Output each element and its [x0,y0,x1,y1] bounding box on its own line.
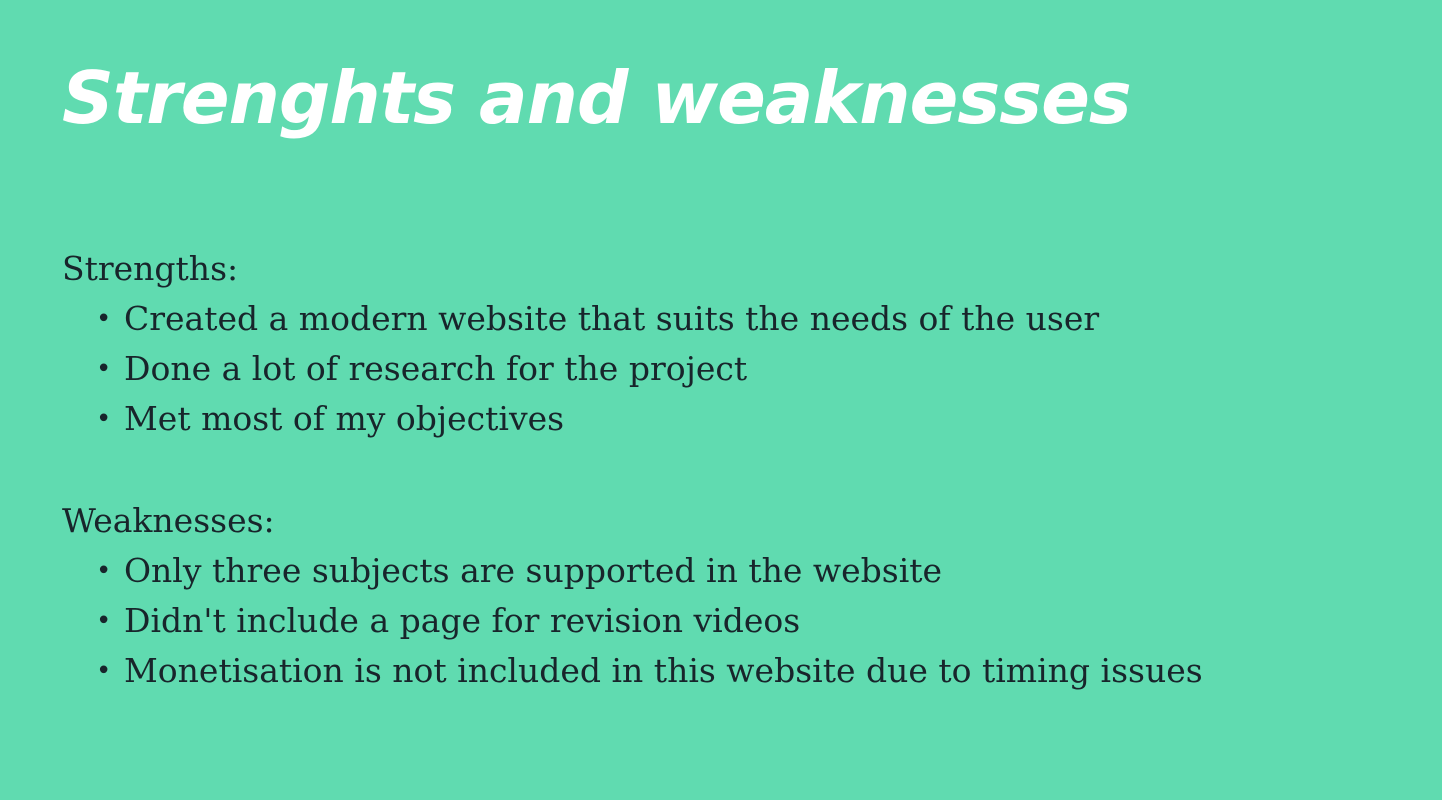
list-item: • Only three subjects are supported in t… [62,546,1392,596]
strengths-heading: Strengths: [62,249,239,288]
slide-body: Strengths: • Created a modern website th… [62,244,1392,696]
list-item: • Created a modern website that suits th… [62,294,1392,344]
strengths-list: • Created a modern website that suits th… [62,294,1392,444]
slide: Strenghts and weaknesses Strengths: • Cr… [0,0,1442,800]
bullet-icon: • [96,404,112,434]
weaknesses-heading: Weaknesses: [62,501,275,540]
weakness-text: Only three subjects are supported in the… [124,551,943,590]
list-item: • Met most of my objectives [62,394,1392,444]
bullet-icon: • [96,354,112,384]
weakness-text: Didn't include a page for revision video… [124,601,801,640]
slide-title: Strenghts and weaknesses [62,56,1132,140]
bullet-icon: • [96,606,112,636]
weakness-text: Monetisation is not included in this web… [124,651,1203,690]
list-item: • Didn't include a page for revision vid… [62,596,1392,646]
weaknesses-list: • Only three subjects are supported in t… [62,546,1392,696]
list-item: • Done a lot of research for the project [62,344,1392,394]
bullet-icon: • [96,304,112,334]
bullet-icon: • [96,656,112,686]
list-item: • Monetisation is not included in this w… [62,646,1392,696]
bullet-icon: • [96,556,112,586]
strength-text: Done a lot of research for the project [124,349,748,388]
strength-text: Met most of my objectives [124,399,565,438]
strength-text: Created a modern website that suits the … [124,299,1100,338]
